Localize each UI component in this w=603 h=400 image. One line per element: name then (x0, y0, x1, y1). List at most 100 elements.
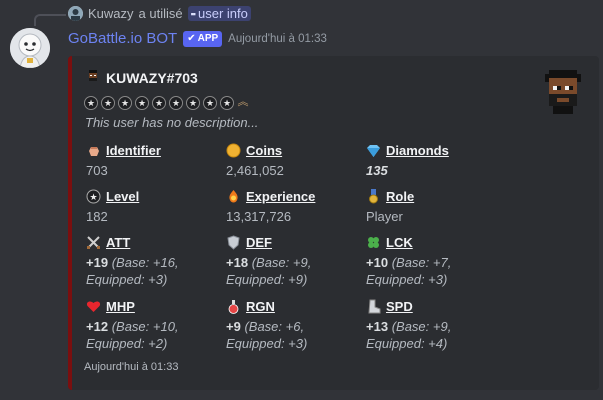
field-mhp-name: MHP (86, 297, 236, 315)
field-value-text: 703 (86, 163, 108, 178)
reply-action: a utilisé (138, 6, 183, 21)
field-label: Identifier (106, 142, 161, 158)
field-role: Role Player (366, 187, 516, 225)
stat-bonus: +12 (86, 319, 109, 334)
boot-icon (366, 299, 381, 314)
field-rgn-name: RGN (226, 297, 376, 315)
embed-color-bar (68, 56, 72, 390)
field-label: LCK (386, 234, 413, 250)
field-label: Role (386, 188, 415, 204)
field-label: Experience (246, 188, 316, 204)
rank-star-icon: ★ (152, 96, 166, 110)
command-name: user info (198, 6, 248, 21)
field-identifier-name: Identifier (86, 141, 236, 159)
heart-icon (86, 299, 101, 314)
field-label: RGN (246, 298, 275, 314)
field-att-value: +19 (Base: +16, Equipped: +3) (86, 254, 236, 288)
reply-context[interactable]: Kuwazy a utilisé ▪▪ user info (68, 6, 251, 21)
field-spd-value: +13 (Base: +9, Equipped: +4) (366, 318, 516, 352)
coin-icon (226, 143, 241, 158)
field-label: MHP (106, 298, 135, 314)
stat-equipped: Equipped: +2) (86, 336, 168, 351)
stat-equipped: Equipped: +3) (366, 272, 448, 287)
field-spd-name: SPD (366, 297, 516, 315)
crossed-swords-icon (86, 235, 101, 250)
user-avatar-mini[interactable] (68, 6, 83, 21)
rank-star-icon: ★ (220, 96, 234, 110)
field-mhp-value: +12 (Base: +10, Equipped: +2) (86, 318, 236, 352)
field-level: ★ Level 182 (86, 187, 236, 225)
stat-bonus: +18 (226, 255, 249, 270)
field-mhp: MHP +12 (Base: +10, Equipped: +2) (86, 297, 236, 352)
app-badge: ✔ APP (183, 30, 223, 47)
command-chip[interactable]: ▪▪ user info (187, 6, 251, 21)
player-portrait (541, 70, 585, 114)
field-diamonds-value: 135 (366, 162, 516, 179)
field-identifier-value: 703 (86, 162, 236, 179)
diamond-icon (366, 143, 381, 158)
stat-equipped: Equipped: +9) (226, 272, 308, 287)
slash-command-icon: ▪▪ (190, 8, 196, 19)
hand-icon (86, 143, 101, 158)
field-spd: SPD +13 (Base: +9, Equipped: +4) (366, 297, 516, 352)
stat-bonus: +10 (366, 255, 389, 270)
field-diamonds-name: Diamonds (366, 141, 516, 159)
field-lck-value: +10 (Base: +7, Equipped: +3) (366, 254, 516, 288)
rank-star-icon: ★ (169, 96, 183, 110)
field-lck: LCK +10 (Base: +7, Equipped: +3) (366, 233, 516, 288)
embed-author: KUWAZY#703 (86, 69, 198, 86)
bot-name[interactable]: GoBattle.io BOT (68, 30, 177, 47)
field-lck-name: LCK (366, 233, 516, 251)
message-header: GoBattle.io BOT ✔ APP Aujourd'hui à 01:3… (68, 30, 327, 47)
stat-equipped: Equipped: +4) (366, 336, 448, 351)
field-value-text: 13,317,726 (226, 209, 292, 224)
rank-star-icon: ★ (186, 96, 200, 110)
field-role-value: Player (366, 208, 516, 225)
potion-icon (226, 299, 241, 314)
bot-avatar[interactable] (10, 28, 50, 68)
stat-bonus: +19 (86, 255, 109, 270)
field-level-value: 182 (86, 208, 236, 225)
field-level-name: ★ Level (86, 187, 236, 205)
stat-base: (Base: +9, (391, 319, 452, 334)
field-def: DEF +18 (Base: +9, Equipped: +9) (226, 233, 376, 288)
field-def-value: +18 (Base: +9, Equipped: +9) (226, 254, 376, 288)
field-coins-value: 2,461,052 (226, 162, 376, 179)
rank-star-icon: ★ (101, 96, 115, 110)
stat-equipped: Equipped: +3) (86, 272, 168, 287)
embed-footer-timestamp: Aujourd'hui à 01:33 (84, 361, 179, 373)
rank-chevron-icon: ︽ (237, 95, 249, 108)
svg-text:★: ★ (89, 193, 97, 203)
clover-icon (366, 235, 381, 250)
rank-stars: ★ ★ ★ ★ ★ ★ ★ ★ ★ ︽ (84, 96, 249, 110)
rank-star-icon: ★ (84, 96, 98, 110)
field-label: DEF (246, 234, 272, 250)
field-role-name: Role (366, 187, 516, 205)
field-diamonds: Diamonds 135 (366, 141, 516, 179)
field-att: ATT +19 (Base: +16, Equipped: +3) (86, 233, 236, 288)
field-value-text: 135 (366, 163, 388, 178)
field-coins: Coins 2,461,052 (226, 141, 376, 179)
reply-username[interactable]: Kuwazy (88, 6, 134, 21)
stat-base: (Base: +7, (391, 255, 452, 270)
rank-star-icon: ★ (203, 96, 217, 110)
shield-icon (226, 234, 241, 250)
field-att-name: ATT (86, 233, 236, 251)
user-info-embed: KUWAZY#703 ★ ★ ★ ★ ★ ★ ★ ★ ★ ︽ This user has no d… (68, 56, 599, 390)
rank-star-icon: ★ (135, 96, 149, 110)
stat-bonus: +13 (366, 319, 389, 334)
field-experience-name: Experience (226, 187, 376, 205)
field-rgn: RGN +9 (Base: +6, Equipped: +3) (226, 297, 376, 352)
reply-connector (34, 14, 66, 26)
field-experience: Experience 13,317,726 (226, 187, 376, 225)
verified-check-icon: ✔ (187, 33, 196, 44)
star-badge-icon: ★ (86, 189, 101, 204)
app-badge-label: APP (197, 33, 219, 44)
message-timestamp: Aujourd'hui à 01:33 (228, 32, 327, 45)
flame-gem-icon (226, 189, 241, 204)
field-rgn-value: +9 (Base: +6, Equipped: +3) (226, 318, 376, 352)
stat-base: (Base: +6, (244, 319, 305, 334)
stat-bonus: +9 (226, 319, 241, 334)
field-coins-name: Coins (226, 141, 376, 159)
field-label: ATT (106, 234, 131, 250)
